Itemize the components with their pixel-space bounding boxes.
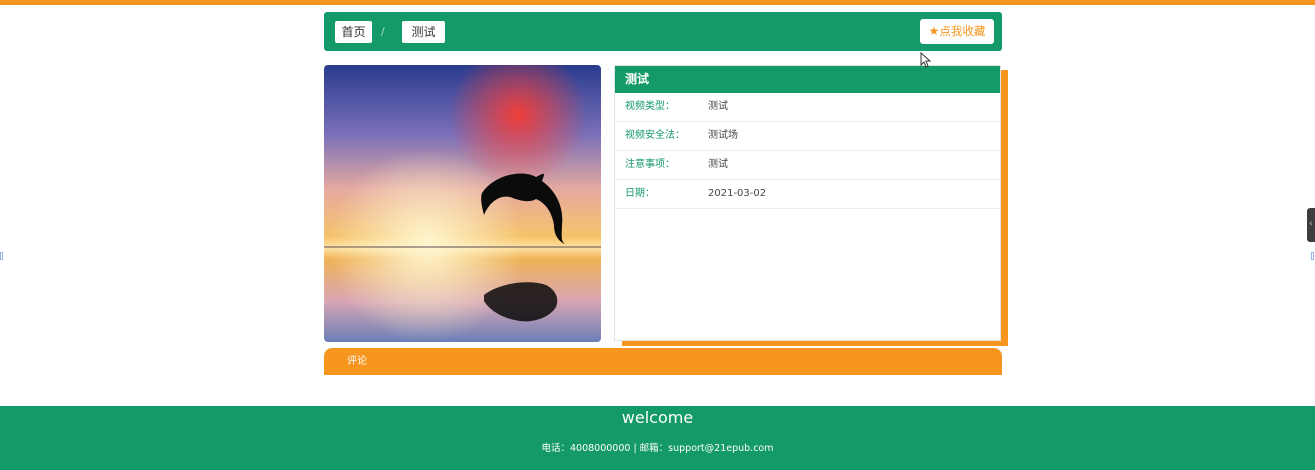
favorite-button-label: 点我收藏 [939,24,986,38]
comment-label: 评论 [347,356,367,367]
detail-label: 视频类型： [625,101,675,112]
detail-value: 测试 [708,159,728,170]
detail-title: 测试 [615,66,1000,93]
detail-label: 日期： [625,188,655,199]
detail-row-safety-law: 视频安全法： 测试场 [615,122,1000,151]
favorite-button[interactable]: ★点我收藏 [920,19,994,44]
detail-panel: 测试 视频类型： 测试 视频安全法： 测试场 注意事项： 测试 日期： 2021… [614,65,1001,341]
detail-value: 2021-03-02 [708,188,767,199]
left-edge-marker [0,252,3,260]
breadcrumb: 首页 / 测试 ★点我收藏 [324,12,1002,51]
detail-value: 测试场 [708,130,738,141]
footer-contact: 电话：4008000000 | 邮箱：support@21epub.com [541,443,774,454]
footer: welcome 电话：4008000000 | 邮箱：support@21epu… [0,406,1315,470]
breadcrumb-separator: / [381,25,385,38]
detail-value: 测试 [708,101,728,112]
top-accent-bar [0,0,1315,5]
detail-label: 注意事项： [625,159,675,170]
detail-row-video-type: 视频类型： 测试 [615,93,1000,122]
mouse-cursor-icon [920,52,932,68]
comment-section-header[interactable]: 评论 [324,348,1002,375]
detail-label: 视频安全法： [625,130,685,141]
side-panel-toggle[interactable]: ‹ [1307,208,1315,242]
detail-row-date: 日期： 2021-03-02 [615,180,1000,209]
chevron-left-icon: ‹ [1309,219,1313,229]
right-edge-marker [1311,252,1314,260]
detail-row-notes: 注意事项： 测试 [615,151,1000,180]
video-cover-image[interactable] [324,65,601,342]
breadcrumb-current-link[interactable]: 测试 [402,21,445,43]
breadcrumb-home-link[interactable]: 首页 [335,21,372,43]
footer-welcome: welcome [621,408,694,427]
star-icon: ★ [928,24,940,38]
